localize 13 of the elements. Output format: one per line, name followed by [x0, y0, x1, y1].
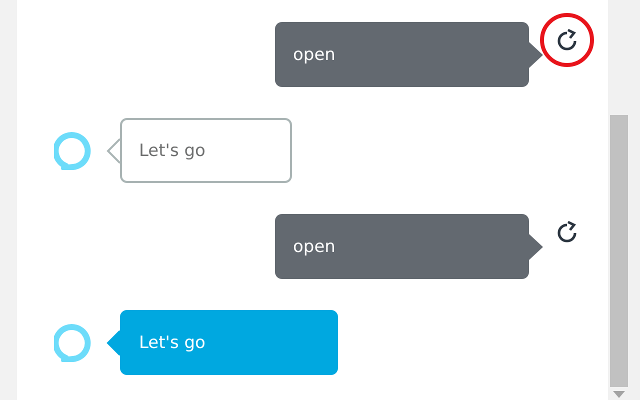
bubble-pointer [106, 138, 120, 164]
bubble-pointer [529, 42, 543, 68]
message-bubble: Let's go [120, 310, 338, 375]
message-bubble: open [275, 214, 529, 279]
ring-icon [54, 324, 92, 362]
message-bubble: Let's go [120, 118, 292, 183]
replay-icon[interactable] [555, 220, 579, 244]
replay-icon[interactable] [555, 28, 579, 52]
ring-icon [54, 132, 92, 170]
message-bubble: open [275, 22, 529, 87]
bubble-pointer [529, 234, 543, 260]
scrollbar-thumb[interactable] [610, 115, 628, 387]
bubble-pointer [106, 330, 120, 356]
